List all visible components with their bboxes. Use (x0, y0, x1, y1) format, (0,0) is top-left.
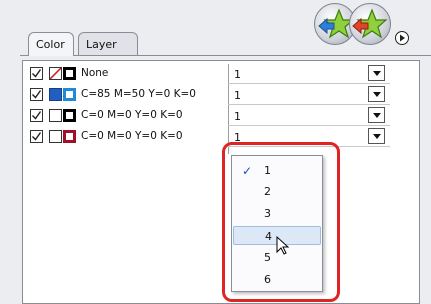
row-checkbox[interactable] (30, 130, 43, 143)
dropdown-option[interactable]: ✓ 1 (233, 161, 321, 180)
row-label: C=0 M=0 Y=0 K=0 (81, 109, 183, 121)
chevron-down-icon (373, 92, 381, 97)
option-label: 4 (265, 230, 272, 243)
checkmark-icon (32, 132, 42, 141)
row-checkbox[interactable] (30, 67, 43, 80)
option-label: 3 (264, 207, 271, 220)
chevron-down-icon (373, 71, 381, 76)
row-dropdown-button[interactable] (368, 65, 385, 81)
list-item[interactable]: None 1 (30, 65, 400, 83)
chevron-down-icon (373, 134, 381, 139)
panel-menu-button[interactable] (395, 31, 409, 45)
tab-layer[interactable]: Layer (78, 32, 138, 55)
mouse-pointer-icon (276, 236, 290, 255)
row-value: 1 (234, 89, 241, 102)
row-divider (228, 125, 390, 126)
checkmark-icon: ✓ (242, 164, 253, 178)
tab-color[interactable]: Color (28, 32, 74, 56)
row-value: 1 (234, 68, 241, 81)
row-label: None (81, 67, 109, 79)
row-label: C=0 M=0 Y=0 K=0 (81, 130, 183, 142)
stroke-swatch (63, 109, 76, 122)
option-label: 2 (264, 185, 271, 198)
dropdown-option[interactable]: 6 (233, 270, 321, 289)
option-label: 1 (264, 164, 271, 177)
row-label: C=85 M=50 Y=0 K=0 (81, 88, 196, 100)
list-item[interactable]: C=0 M=0 Y=0 K=0 1 (30, 107, 400, 125)
row-dropdown-button[interactable] (368, 128, 385, 144)
row-divider (228, 104, 390, 105)
stroke-swatch (63, 67, 76, 80)
tab-bar-baseline (20, 55, 431, 56)
checkmark-icon (32, 111, 42, 120)
row-checkbox[interactable] (30, 109, 43, 122)
list-item[interactable]: C=85 M=50 Y=0 K=0 1 (30, 86, 400, 104)
fill-swatch-none (49, 67, 62, 80)
tab-layer-label: Layer (86, 38, 117, 51)
row-checkbox[interactable] (30, 88, 43, 101)
chevron-down-icon (373, 113, 381, 118)
dropdown-option[interactable]: 2 (233, 182, 321, 201)
stroke-swatch (63, 88, 76, 101)
star-right-arrow-icon (352, 8, 388, 39)
fill-swatch (49, 88, 62, 101)
row-dropdown-button[interactable] (368, 86, 385, 102)
fill-swatch (49, 130, 62, 143)
tab-color-label: Color (36, 38, 65, 51)
row-value: 1 (234, 110, 241, 123)
star-right-arrow-button[interactable] (349, 3, 391, 45)
stroke-swatch (63, 130, 76, 143)
dropdown-option[interactable]: 3 (233, 204, 321, 223)
checkmark-icon (32, 69, 42, 78)
row-divider (228, 83, 390, 84)
value-dropdown-list[interactable]: ✓ 1 2 3 4 5 6 (231, 155, 323, 292)
list-item[interactable]: C=0 M=0 Y=0 K=0 1 (30, 128, 400, 146)
panel-menu-icon (400, 34, 405, 42)
checkmark-icon (32, 90, 42, 99)
row-dropdown-button[interactable] (368, 107, 385, 123)
fill-swatch (49, 109, 62, 122)
option-label: 6 (264, 273, 271, 286)
option-label: 5 (264, 251, 271, 264)
